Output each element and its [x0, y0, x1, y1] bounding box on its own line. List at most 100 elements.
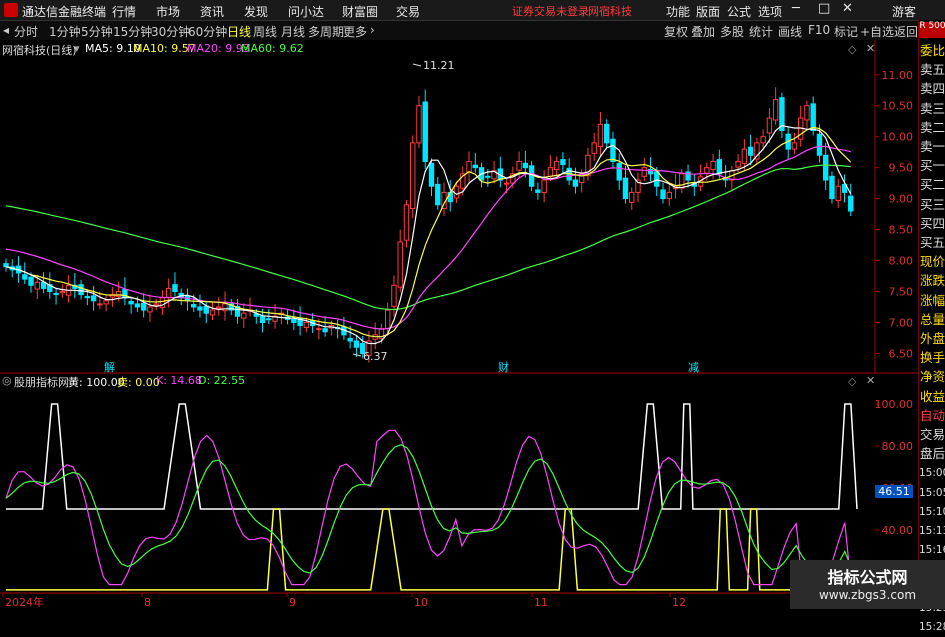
menu-item-market[interactable]: 行情	[112, 3, 136, 20]
menu-item-options[interactable]: 选项	[758, 3, 782, 20]
candle-body[interactable]	[384, 309, 391, 330]
candle-body[interactable]	[741, 148, 748, 164]
period-tab-1min[interactable]: 1分钟	[49, 23, 81, 40]
event-marker-finance[interactable]: 财	[498, 359, 509, 375]
period-tab-monthly[interactable]: 月线	[281, 23, 305, 40]
panel-item[interactable]: 外盘	[919, 329, 945, 349]
panel-item[interactable]: 买三	[919, 195, 945, 215]
button-add-favorite[interactable]: +自选	[860, 23, 894, 40]
candle-body[interactable]	[597, 123, 604, 148]
candle-body[interactable]	[84, 295, 91, 299]
candle-body[interactable]	[147, 306, 153, 313]
chevron-right-icon[interactable]: ›	[370, 23, 375, 37]
candle-body[interactable]	[760, 136, 766, 144]
panel-item[interactable]: 15:28	[919, 617, 945, 637]
button-mark[interactable]: 标记	[834, 23, 858, 40]
candle-body[interactable]	[485, 175, 491, 178]
period-tab-daily[interactable]: 日线	[227, 23, 251, 40]
period-tab-more[interactable]: 更多	[343, 23, 367, 40]
panel-item[interactable]: 涨幅	[919, 291, 945, 311]
quote-side-panel[interactable]: R 500 委比 卖五 卖四 卖三 卖二 卖一 买一 买二 买三 买四 买五 现价 涨跌 涨幅 总量 外盘 换手净…	[918, 20, 945, 633]
menu-item-function[interactable]: 功能	[666, 3, 690, 20]
candle-body[interactable]	[472, 164, 479, 169]
candle-body[interactable]	[710, 160, 716, 171]
candle-body[interactable]	[428, 162, 435, 187]
candle-body[interactable]	[53, 292, 59, 296]
candle-body[interactable]	[90, 295, 97, 302]
candle-body[interactable]	[403, 204, 410, 241]
candle-body[interactable]	[547, 167, 554, 177]
candle-body[interactable]	[165, 287, 172, 299]
period-tab-timeshare[interactable]: 分时	[14, 23, 38, 40]
indicator-pane[interactable]: 20.0040.0060.0080.00100.002024年89101112	[0, 398, 918, 609]
candle-body[interactable]	[3, 263, 9, 268]
menu-item-markets[interactable]: 市场	[156, 3, 180, 20]
panel-item[interactable]: 买二	[919, 175, 945, 195]
candle-body[interactable]	[209, 309, 216, 316]
candle-body[interactable]	[572, 179, 579, 187]
panel-item[interactable]: 卖五	[919, 60, 945, 80]
period-tab-60min[interactable]: 60分钟	[188, 23, 227, 40]
candle-body[interactable]	[140, 302, 147, 311]
candle-body[interactable]	[704, 167, 710, 174]
candle-body[interactable]	[541, 179, 547, 193]
panel-item[interactable]: 总量	[919, 310, 945, 330]
menu-item-formula[interactable]: 公式	[727, 3, 751, 20]
candle-body[interactable]	[153, 303, 159, 306]
candle-body[interactable]	[159, 297, 166, 309]
candle-body[interactable]	[791, 142, 798, 150]
candle-body[interactable]	[535, 189, 541, 193]
candle-body[interactable]	[128, 300, 134, 305]
candle-body[interactable]	[654, 171, 660, 187]
candle-body[interactable]	[560, 159, 566, 166]
candle-body[interactable]	[804, 105, 810, 121]
button-statistics[interactable]: 统计	[749, 23, 773, 40]
login-warning[interactable]: 证券交易未登录	[512, 3, 589, 19]
candle-body[interactable]	[629, 191, 635, 203]
candle-body[interactable]	[466, 160, 472, 173]
candle-body[interactable]	[266, 318, 272, 321]
menu-item-layout[interactable]: 版面	[696, 3, 720, 20]
button-multi-stock[interactable]: 多股	[720, 23, 744, 40]
candle-body[interactable]	[679, 173, 685, 189]
dropdown-arrow-icon[interactable]: ▾	[74, 42, 80, 55]
candle-body[interactable]	[134, 303, 141, 308]
candle-body[interactable]	[397, 241, 403, 288]
candle-body[interactable]	[28, 276, 34, 286]
candle-body[interactable]	[829, 175, 835, 200]
panel-item[interactable]: 15:13	[919, 521, 945, 541]
maximize-icon[interactable]: □	[818, 1, 830, 16]
minimize-icon[interactable]: ─	[792, 1, 800, 16]
candle-body[interactable]	[416, 105, 422, 144]
candle-body[interactable]	[97, 303, 103, 306]
candle-body[interactable]	[291, 318, 297, 323]
candle-body[interactable]	[172, 284, 178, 292]
panel-item[interactable]: 自动	[919, 406, 945, 426]
period-tab-multi[interactable]: 多周期	[308, 23, 344, 40]
panel-item[interactable]: 15:00	[919, 463, 945, 483]
candle-body[interactable]	[259, 315, 266, 323]
candle-body[interactable]	[835, 185, 841, 201]
panel-item[interactable]: 收益	[919, 387, 945, 407]
panel-item[interactable]: 15:16	[919, 540, 945, 560]
candle-body[interactable]	[303, 321, 310, 328]
candle-body[interactable]	[641, 167, 647, 177]
button-restore-rights[interactable]: 复权	[664, 23, 688, 40]
candle-body[interactable]	[241, 312, 247, 319]
button-draw[interactable]: 画线	[778, 23, 802, 40]
indicator-title[interactable]: 股朋指标网	[14, 374, 69, 390]
panel-item[interactable]: 卖二	[919, 118, 945, 138]
event-marker-reduce[interactable]: 减	[688, 359, 699, 375]
candle-body[interactable]	[810, 103, 816, 131]
candle-body[interactable]	[522, 162, 529, 169]
candle-body[interactable]	[604, 123, 610, 144]
panel-item[interactable]: 买一	[919, 156, 945, 176]
period-tab-weekly[interactable]: 周线	[253, 23, 277, 40]
button-back[interactable]: 返回	[894, 23, 918, 40]
candle-body[interactable]	[197, 306, 203, 311]
menu-item-news[interactable]: 资讯	[200, 3, 224, 20]
indicator-settings-icon[interactable]: ◎	[2, 374, 12, 387]
panel-item[interactable]: 净资	[919, 367, 945, 387]
panel-item[interactable]: 买四	[919, 214, 945, 234]
candle-body[interactable]	[716, 159, 723, 175]
